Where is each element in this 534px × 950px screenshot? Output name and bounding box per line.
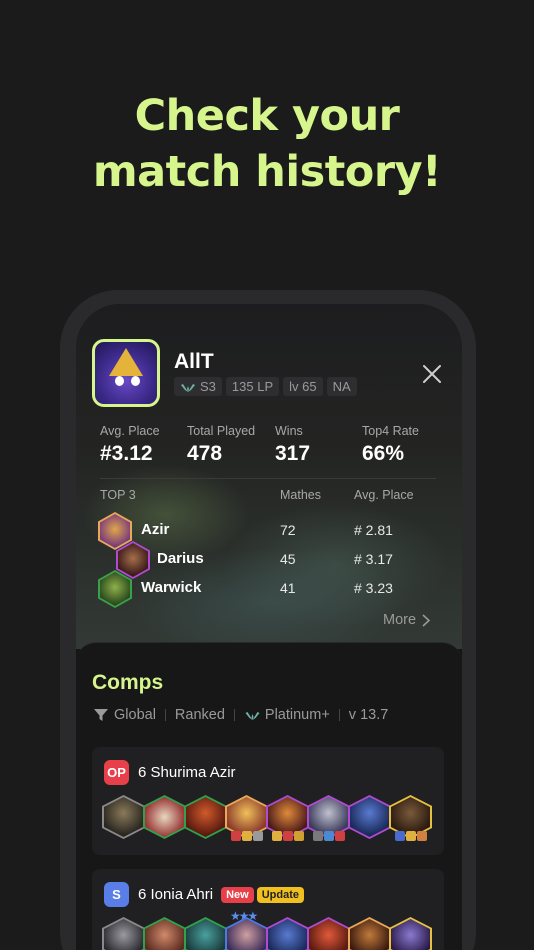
filter-queue[interactable]: Ranked xyxy=(175,707,225,723)
stat-value: #3.12 xyxy=(100,442,153,465)
top3-header: TOP 3 xyxy=(100,488,136,502)
filter-icon[interactable] xyxy=(94,708,108,722)
comp-card-title: OP 6 Shurima Azir xyxy=(104,760,236,785)
tier-badge: S xyxy=(104,882,129,907)
stat-value: 317 xyxy=(275,442,311,465)
rank-tag-label: S3 xyxy=(200,379,216,394)
headline-line-2: match history! xyxy=(92,147,442,197)
stat-value: 66% xyxy=(362,442,405,465)
update-badge: Update xyxy=(256,886,304,903)
more-button[interactable]: More xyxy=(383,612,431,628)
unit-icon xyxy=(184,795,227,839)
wings-icon xyxy=(181,383,195,392)
profile-name: AllT xyxy=(174,350,214,373)
comp-name: 6 Ionia Ahri xyxy=(138,886,214,903)
comp-name: 6 Shurima Azir xyxy=(138,764,236,781)
champion-matches: 45 xyxy=(280,551,296,567)
unit-icon xyxy=(307,917,350,950)
comps-panel: Comps Global Ranked Platinum+ v 13.7 OP … xyxy=(76,642,462,950)
champion-avg-place: # 3.17 xyxy=(354,551,393,567)
top3-row[interactable]: Darius 45 # 3.17 xyxy=(98,541,438,579)
warwick-icon xyxy=(98,570,132,608)
comp-card[interactable]: OP 6 Shurima Azir xyxy=(92,747,444,855)
headline: Check your match history! xyxy=(0,88,534,200)
rank-tag: S3 xyxy=(174,377,222,396)
filter-version[interactable]: v 13.7 xyxy=(349,707,389,723)
top3-matches-header: Mathes xyxy=(280,488,321,502)
comps-filters: Global Ranked Platinum+ v 13.7 xyxy=(94,707,388,723)
chevron-right-icon xyxy=(422,613,431,627)
unit-icon xyxy=(102,917,145,950)
unit-icon xyxy=(266,795,309,841)
stat-total-played: Total Played 478 xyxy=(187,424,255,466)
tier-badge: OP xyxy=(104,760,129,785)
top3-row[interactable]: Azir 72 # 2.81 xyxy=(98,512,438,550)
unit-icon xyxy=(266,917,309,950)
unit-icon xyxy=(102,795,145,839)
divider xyxy=(100,478,436,479)
champion-avg-place: # 3.23 xyxy=(354,580,393,596)
stat-label: Total Played xyxy=(187,424,256,438)
champion-name: Warwick xyxy=(141,579,202,596)
profile-header: AllT S3 135 LP lv 65 NA Avg. Place #3.12… xyxy=(76,304,462,649)
unit-icon: ★★★ xyxy=(225,909,268,950)
filter-separator xyxy=(233,709,235,721)
stat-label: Wins xyxy=(275,424,303,438)
phone-screen: AllT S3 135 LP lv 65 NA Avg. Place #3.12… xyxy=(76,304,462,950)
unit-icon xyxy=(143,795,186,839)
region-tag: NA xyxy=(326,377,357,396)
champion-matches: 41 xyxy=(280,580,296,596)
champion-name: Azir xyxy=(141,521,170,538)
new-badge: New xyxy=(221,886,254,903)
comp-units: ★★★ xyxy=(102,909,432,950)
comps-title: Comps xyxy=(92,671,164,694)
unit-icon xyxy=(307,795,350,841)
filter-separator xyxy=(164,709,166,721)
headline-line-1: Check your xyxy=(134,91,400,141)
profile-tags: S3 135 LP lv 65 NA xyxy=(174,377,357,396)
stat-value: 478 xyxy=(187,442,223,465)
stats-row: Avg. Place #3.12 Total Played 478 Wins 3… xyxy=(100,424,440,478)
profile-avatar xyxy=(92,339,160,407)
stat-label: Avg. Place xyxy=(100,424,160,438)
close-icon[interactable] xyxy=(420,362,444,386)
unit-icon xyxy=(143,917,186,950)
champion-matches: 72 xyxy=(280,522,296,538)
wings-icon xyxy=(245,712,260,720)
comp-card[interactable]: S 6 Ionia Ahri New Update ★★★ xyxy=(92,869,444,950)
stat-label: Top4 Rate xyxy=(362,424,419,438)
top3-row[interactable]: Warwick 41 # 3.23 xyxy=(98,570,438,608)
top3-avg-header: Avg. Place xyxy=(354,488,414,502)
champion-avg-place: # 2.81 xyxy=(354,522,393,538)
stat-avg-place: Avg. Place #3.12 xyxy=(100,424,160,466)
unit-icon xyxy=(389,795,432,841)
comp-units xyxy=(102,795,432,841)
unit-icon xyxy=(348,917,391,950)
unit-icon xyxy=(225,795,268,841)
unit-icon xyxy=(184,917,227,950)
filter-tier[interactable]: Platinum+ xyxy=(265,707,330,723)
lp-tag: 135 LP xyxy=(225,377,280,396)
unit-icon xyxy=(348,795,391,839)
champion-name: Darius xyxy=(157,550,204,567)
level-tag: lv 65 xyxy=(283,377,323,396)
filter-region[interactable]: Global xyxy=(114,707,156,723)
filter-separator xyxy=(338,709,340,721)
comp-card-title: S 6 Ionia Ahri New Update xyxy=(104,882,304,907)
stat-top4-rate: Top4 Rate 66% xyxy=(362,424,419,466)
unit-icon xyxy=(389,917,432,950)
more-label: More xyxy=(383,612,417,628)
stat-wins: Wins 317 xyxy=(275,424,310,466)
